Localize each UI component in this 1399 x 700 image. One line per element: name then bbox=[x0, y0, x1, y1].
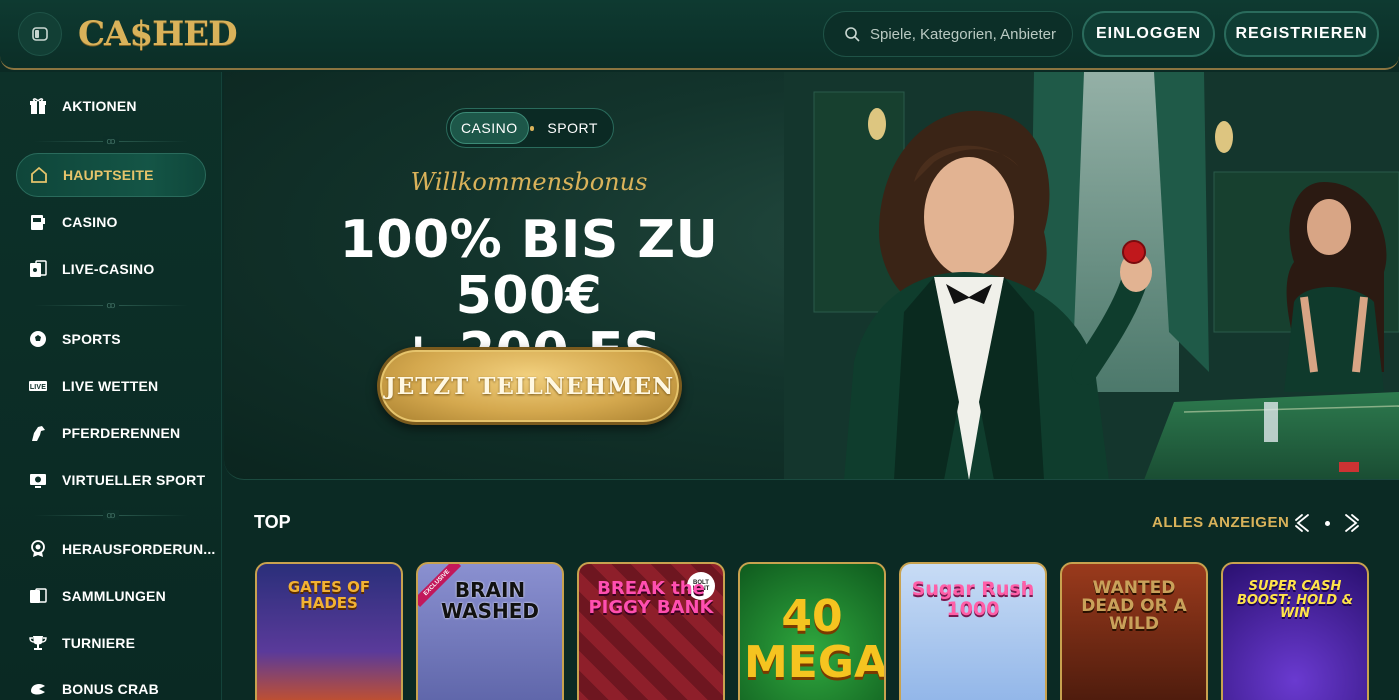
trophy-icon bbox=[28, 633, 48, 653]
chevron-right-icon[interactable] bbox=[1338, 511, 1362, 535]
sidebar-item-label: HAUPTSEITE bbox=[63, 167, 154, 183]
sidebar-divider: ꝏ bbox=[34, 136, 188, 146]
sidebar-item-sports[interactable]: SPORTS bbox=[16, 317, 206, 361]
collections-icon bbox=[28, 586, 48, 606]
search-icon bbox=[845, 27, 860, 42]
join-now-button[interactable]: JETZT TEILNEHMEN bbox=[377, 347, 682, 425]
medal-icon bbox=[28, 539, 48, 559]
sidebar-toggle-button[interactable] bbox=[18, 12, 62, 56]
game-tile[interactable]: BOLT HUNT BREAK the PIGGY BANK bbox=[577, 562, 725, 700]
chevron-left-icon[interactable] bbox=[1292, 511, 1316, 535]
sidebar-item-label: SAMMLUNGEN bbox=[62, 588, 166, 604]
slot-machine-icon bbox=[28, 212, 48, 232]
sidebar-item-hauptseite[interactable]: HAUPTSEITE bbox=[16, 153, 206, 197]
bonus-headline-line1: 100% BIS ZU 500€ bbox=[339, 210, 719, 326]
crab-claw-icon bbox=[28, 679, 48, 699]
sidebar-item-label: LIVE-CASINO bbox=[62, 261, 155, 277]
home-icon bbox=[29, 165, 49, 185]
game-tile[interactable]: SUPER CASH BOOST: HOLD & WIN bbox=[1221, 562, 1369, 700]
search-placeholder: Spiele, Kategorien, Anbieter bbox=[870, 25, 1056, 43]
sidebar-item-label: VIRTUELLER SPORT bbox=[62, 472, 206, 488]
login-button[interactable]: EINLOGGEN bbox=[1082, 11, 1215, 57]
sidebar-item-sammlungen[interactable]: SAMMLUNGEN bbox=[16, 574, 206, 618]
svg-text:LIVE: LIVE bbox=[30, 384, 46, 391]
game-title: GATES OF HADES bbox=[287, 578, 371, 612]
sidebar-item-label: BONUS CRAB bbox=[62, 681, 159, 697]
sidebar-item-pferderennen[interactable]: PFERDERENNEN bbox=[16, 411, 206, 455]
game-title: BREAK the PIGGY BANK bbox=[588, 578, 714, 618]
register-button[interactable]: REGISTRIEREN bbox=[1224, 11, 1379, 57]
gift-icon bbox=[28, 96, 48, 116]
sidebar-divider: ꝏ bbox=[34, 300, 188, 310]
top-games-carousel: GATES OF HADES EXCLUSIVE BRAIN WASHED BO… bbox=[255, 562, 1399, 700]
sidebar-item-label: SPORTS bbox=[62, 331, 121, 347]
cashed-logo[interactable]: CA$HED bbox=[78, 10, 238, 58]
sidebar-item-label: AKTIONEN bbox=[62, 98, 137, 114]
game-title: SUPER CASH BOOST: HOLD & WIN bbox=[1236, 579, 1354, 622]
game-tile[interactable]: EXCLUSIVE BRAIN WASHED bbox=[416, 562, 564, 700]
game-title: 40 MEGA bbox=[744, 591, 886, 689]
sidebar-item-label: TURNIERE bbox=[62, 635, 136, 651]
welcome-bonus-label: Willkommensbonus bbox=[410, 168, 648, 196]
game-tile[interactable]: WANTED DEAD OR A WILD bbox=[1060, 562, 1208, 700]
sidebar-item-bonus-crab[interactable]: BONUS CRAB bbox=[16, 667, 206, 700]
promo-banner: CASINO SPORT Willkommensbonus 100% BIS Z… bbox=[224, 72, 1399, 480]
sidebar-item-live-wetten[interactable]: LIVE LIVE WETTEN bbox=[16, 364, 206, 408]
sidebar: AKTIONEN ꝏ HAUPTSEITE CASINO LIVE-CASINO… bbox=[0, 72, 222, 700]
horse-icon bbox=[28, 423, 48, 443]
sidebar-item-label: CASINO bbox=[62, 214, 118, 230]
game-tile[interactable]: Sugar Rush 1000 bbox=[899, 562, 1047, 700]
live-cards-icon bbox=[28, 259, 48, 279]
game-title: BRAIN WASHED bbox=[440, 578, 540, 623]
game-tile[interactable]: GATES OF HADES bbox=[255, 562, 403, 700]
section-title-top: TOP bbox=[254, 512, 291, 532]
sidebar-item-label: PFERDERENNEN bbox=[62, 425, 181, 441]
search-input[interactable]: Spiele, Kategorien, Anbieter bbox=[823, 11, 1073, 57]
sidebar-item-casino[interactable]: CASINO bbox=[16, 200, 206, 244]
sidebar-item-virtueller-sport[interactable]: VIRTUELLER SPORT bbox=[16, 458, 206, 502]
tab-sport[interactable]: SPORT bbox=[535, 112, 610, 144]
sidebar-divider: ꝏ bbox=[34, 510, 188, 520]
tab-casino[interactable]: CASINO bbox=[450, 112, 529, 144]
game-title: WANTED DEAD OR A WILD bbox=[1081, 578, 1187, 634]
sidebar-toggle-icon bbox=[32, 27, 48, 41]
casino-sport-switch: CASINO SPORT bbox=[446, 108, 614, 148]
switch-separator bbox=[529, 125, 535, 131]
view-all-link[interactable]: ALLES ANZEIGEN bbox=[1152, 514, 1289, 531]
top-header: CA$HED Spiele, Kategorien, Anbieter EINL… bbox=[0, 0, 1399, 70]
banner-illustration bbox=[784, 72, 1399, 479]
carousel-dot bbox=[1324, 520, 1330, 526]
virtual-sport-icon bbox=[28, 470, 48, 490]
live-badge-icon: LIVE bbox=[28, 376, 48, 396]
sidebar-item-turniere[interactable]: TURNIERE bbox=[16, 621, 206, 665]
sidebar-item-label: HERAUSFORDERUN... bbox=[62, 541, 216, 557]
sidebar-item-label: LIVE WETTEN bbox=[62, 378, 159, 394]
game-title: Sugar Rush 1000 bbox=[911, 578, 1035, 620]
sidebar-item-herausforderungen[interactable]: HERAUSFORDERUN... bbox=[16, 527, 215, 571]
sidebar-item-live-casino[interactable]: LIVE-CASINO bbox=[16, 247, 206, 291]
game-tile[interactable]: 40 MEGA bbox=[738, 562, 886, 700]
sidebar-item-aktionen[interactable]: AKTIONEN bbox=[16, 84, 206, 128]
carousel-arrows bbox=[1292, 510, 1362, 536]
soccer-ball-icon bbox=[28, 329, 48, 349]
